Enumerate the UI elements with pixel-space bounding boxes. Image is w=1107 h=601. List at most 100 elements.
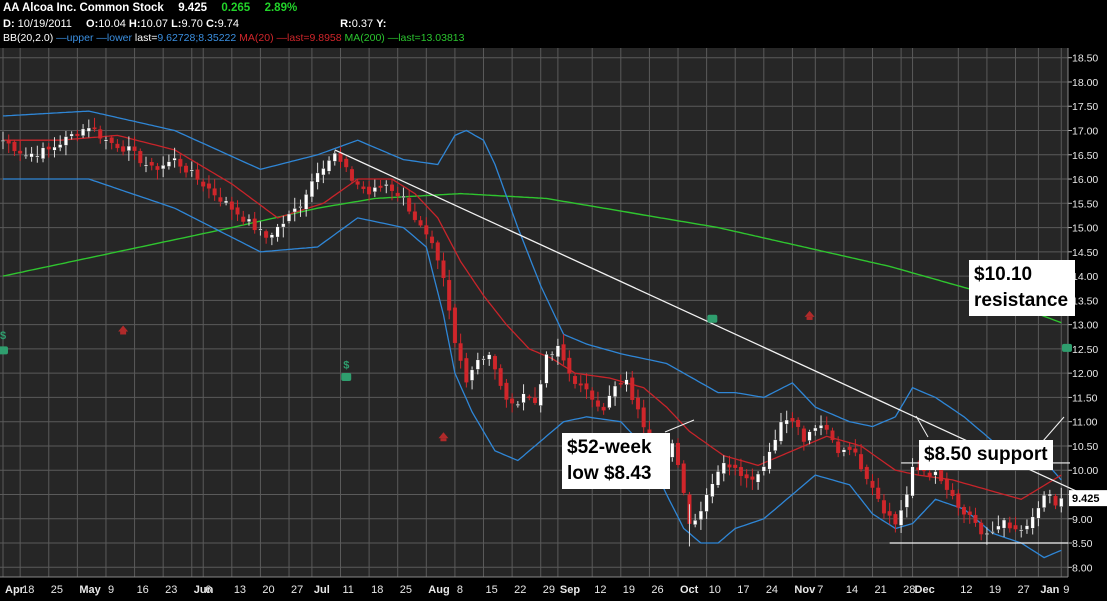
- candle-body: [561, 344, 566, 361]
- candle-body: [1024, 525, 1029, 530]
- x-tick-label: 15: [486, 584, 498, 596]
- candle-body: [498, 368, 503, 386]
- y-tick-label: 8.00: [1072, 562, 1093, 574]
- candle-body: [212, 188, 217, 196]
- candle-body: [246, 218, 251, 222]
- x-tick-label: 16: [137, 584, 149, 596]
- candle-body: [567, 357, 572, 374]
- candle-body: [138, 150, 143, 164]
- candle-body: [218, 197, 223, 202]
- candle-body: [470, 369, 475, 381]
- candle-body: [1007, 522, 1012, 529]
- x-tick-label: 17: [737, 584, 749, 596]
- candle-body: [807, 431, 812, 441]
- candle-body: [967, 511, 972, 515]
- candle-body: [773, 439, 778, 451]
- candle-body: [910, 466, 915, 497]
- candle-body: [424, 225, 429, 235]
- candle-body: [1036, 507, 1041, 519]
- candle-body: [939, 470, 944, 482]
- candle-body: [224, 200, 229, 204]
- candle-body: [338, 153, 343, 162]
- y-tick-label: 13.00: [1072, 320, 1098, 332]
- candle-body: [521, 393, 526, 403]
- candle-body: [618, 382, 623, 385]
- x-tick-label: 9: [108, 584, 114, 596]
- candle-body: [269, 234, 274, 238]
- candle-body: [229, 201, 234, 210]
- candle-body: [464, 358, 469, 383]
- candle-body: [178, 158, 183, 167]
- candle-body: [813, 427, 818, 432]
- y-tick-label: 8.50: [1072, 538, 1093, 550]
- candle-body: [613, 385, 618, 397]
- candle-body: [86, 127, 91, 132]
- x-tick-label: 22: [514, 584, 526, 596]
- candle-body: [1019, 529, 1024, 532]
- candle-body: [767, 451, 772, 470]
- candle-body: [950, 489, 955, 496]
- candle-body: [281, 223, 286, 228]
- candle-body: [315, 172, 320, 183]
- x-tick-label: 28: [903, 584, 915, 596]
- candle-body: [407, 197, 412, 212]
- split-marker-base: [806, 316, 813, 320]
- candle-body: [184, 165, 189, 173]
- y-tick-label: 18.00: [1072, 77, 1098, 89]
- candle-body: [378, 185, 383, 188]
- candle-body: [744, 474, 749, 479]
- candle-body: [441, 260, 446, 279]
- x-tick-label: Dec: [915, 584, 935, 596]
- candle-body: [418, 220, 423, 226]
- candle-body: [824, 424, 829, 430]
- candle-body: [235, 207, 240, 215]
- candle-body: [458, 343, 463, 361]
- candle-body: [555, 345, 560, 358]
- last-price-label: 9.425: [1072, 493, 1100, 505]
- x-tick-label: 25: [51, 584, 63, 596]
- support-annotation: $8.50 support: [919, 440, 1053, 470]
- candle-body: [1002, 519, 1007, 529]
- resistance-annotation-line2: resistance: [974, 290, 1069, 311]
- candle-body: [778, 421, 783, 442]
- candle-body: [761, 466, 766, 472]
- candle-body: [275, 226, 280, 238]
- x-tick-label: 19: [989, 584, 1001, 596]
- candle-body: [92, 127, 97, 130]
- candle-body: [367, 186, 372, 195]
- x-tick-label: Sep: [560, 584, 580, 596]
- x-tick-label: 13: [234, 584, 246, 596]
- candle-body: [727, 464, 732, 468]
- candle-body: [1047, 493, 1052, 497]
- candle-body: [372, 187, 377, 193]
- candle-body: [515, 403, 520, 406]
- candle-body: [1030, 516, 1035, 529]
- candle-body: [321, 168, 326, 176]
- candle-body: [841, 449, 846, 453]
- candle-body: [304, 194, 309, 210]
- candle-body: [18, 150, 23, 154]
- candle-body: [195, 169, 200, 180]
- candle-body: [292, 208, 297, 213]
- resistance-annotation: $10.10 resistance: [969, 260, 1075, 316]
- candle-body: [475, 359, 480, 370]
- y-tick-label: 11.00: [1072, 417, 1098, 429]
- candle-body: [1013, 525, 1018, 530]
- candle-body: [859, 454, 864, 470]
- candle-body: [607, 395, 612, 408]
- low-annotation-line2: low $8.43: [567, 463, 652, 484]
- candle-body: [389, 184, 394, 192]
- x-tick-label: 18: [22, 584, 34, 596]
- candle-body: [973, 514, 978, 523]
- candle-body: [155, 166, 160, 170]
- candle-body: [264, 231, 269, 238]
- candle-body: [29, 153, 34, 158]
- candle-body: [899, 509, 904, 526]
- candle-body: [853, 448, 858, 453]
- candle-body: [258, 228, 263, 231]
- candle-body: [309, 180, 314, 198]
- x-tick-label: Jul: [314, 584, 330, 596]
- x-tick-label: 8: [457, 584, 463, 596]
- x-tick-label: Aug: [428, 584, 449, 596]
- candle-body: [109, 137, 114, 143]
